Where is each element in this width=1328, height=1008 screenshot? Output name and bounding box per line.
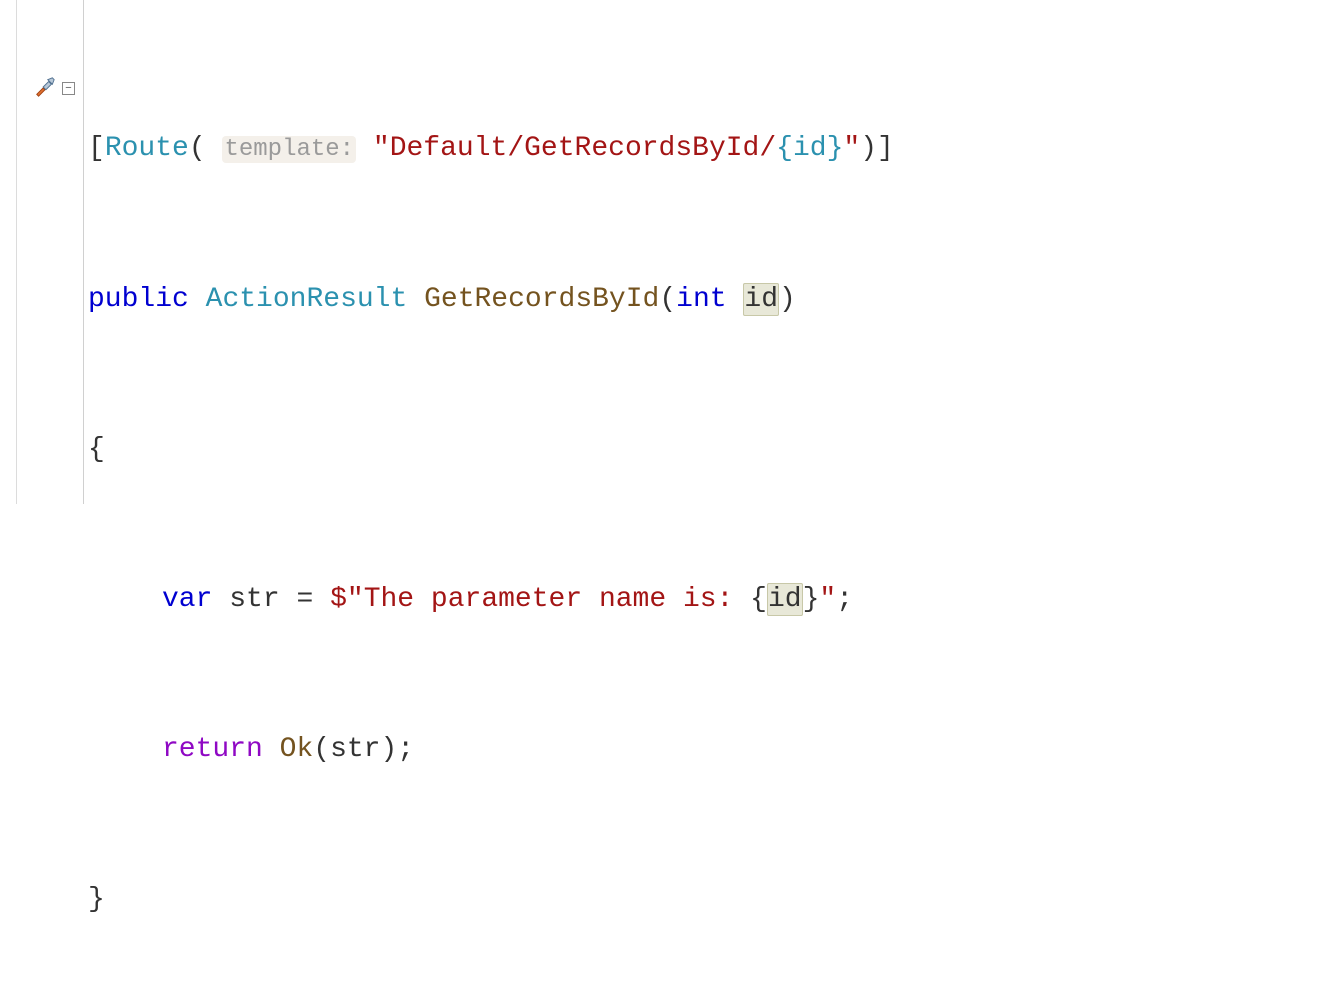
method-name: GetRecordsById [424,284,659,315]
paren-close: ) [860,133,877,164]
param-id-highlighted: id [743,283,779,316]
keyword-int: int [676,284,726,315]
code-line-brace-close: } [88,875,894,925]
bracket-open: [ [88,133,105,164]
brace-open: { [88,434,105,465]
paren-close: ) [779,284,796,315]
parameter-hint: template: [222,136,356,163]
quote-open: " [347,584,364,615]
var-str: str [229,584,279,615]
gutter: − [0,0,84,504]
paren-open: ( [659,284,676,315]
keyword-return: return [162,734,263,765]
code-line-method-signature: public ActionResult GetRecordsById(int i… [88,275,894,325]
paren-open: ( [189,133,206,164]
fold-toggle-icon[interactable]: − [62,82,75,95]
interp-brace-close: } [803,584,820,615]
semicolon: ; [397,734,414,765]
route-attribute: Route [105,133,189,164]
bracket-close: ] [877,133,894,164]
semicolon: ; [836,584,853,615]
brace-close: } [88,884,105,915]
route-param-id: id [793,133,827,164]
interp-id-highlighted: id [767,583,803,616]
paren-close: ) [380,734,397,765]
method-ok: Ok [280,734,314,765]
paren-open: ( [313,734,330,765]
gutter-divider [16,0,17,504]
code-area[interactable]: [Route( template: "Default/GetRecordsByI… [84,0,894,504]
string-literal: The parameter name is: [364,584,750,615]
quote-close: " [819,584,836,615]
code-line-route-attribute: [Route( template: "Default/GetRecordsByI… [88,124,894,175]
route-template-string: Default/GetRecordsById/ [390,133,776,164]
quote-open: " [373,133,390,164]
dollar-sign: $ [330,584,347,615]
hammer-icon[interactable] [34,76,56,107]
keyword-public: public [88,284,189,315]
op-equals: = [280,584,330,615]
code-line-brace-open: { [88,425,894,475]
quote-close: " [843,133,860,164]
interp-brace-open: { [776,133,793,164]
keyword-var: var [162,584,212,615]
code-editor[interactable]: − [Route( template: "Default/GetRecordsB… [0,0,1328,504]
code-line-return: return Ok(str); [88,725,894,775]
interp-brace-close: } [827,133,844,164]
type-actionresult: ActionResult [206,284,408,315]
code-line-var-declaration: var str = $"The parameter name is: {id}"… [88,575,894,625]
interp-brace-open: { [750,584,767,615]
arg-str: str [330,734,380,765]
